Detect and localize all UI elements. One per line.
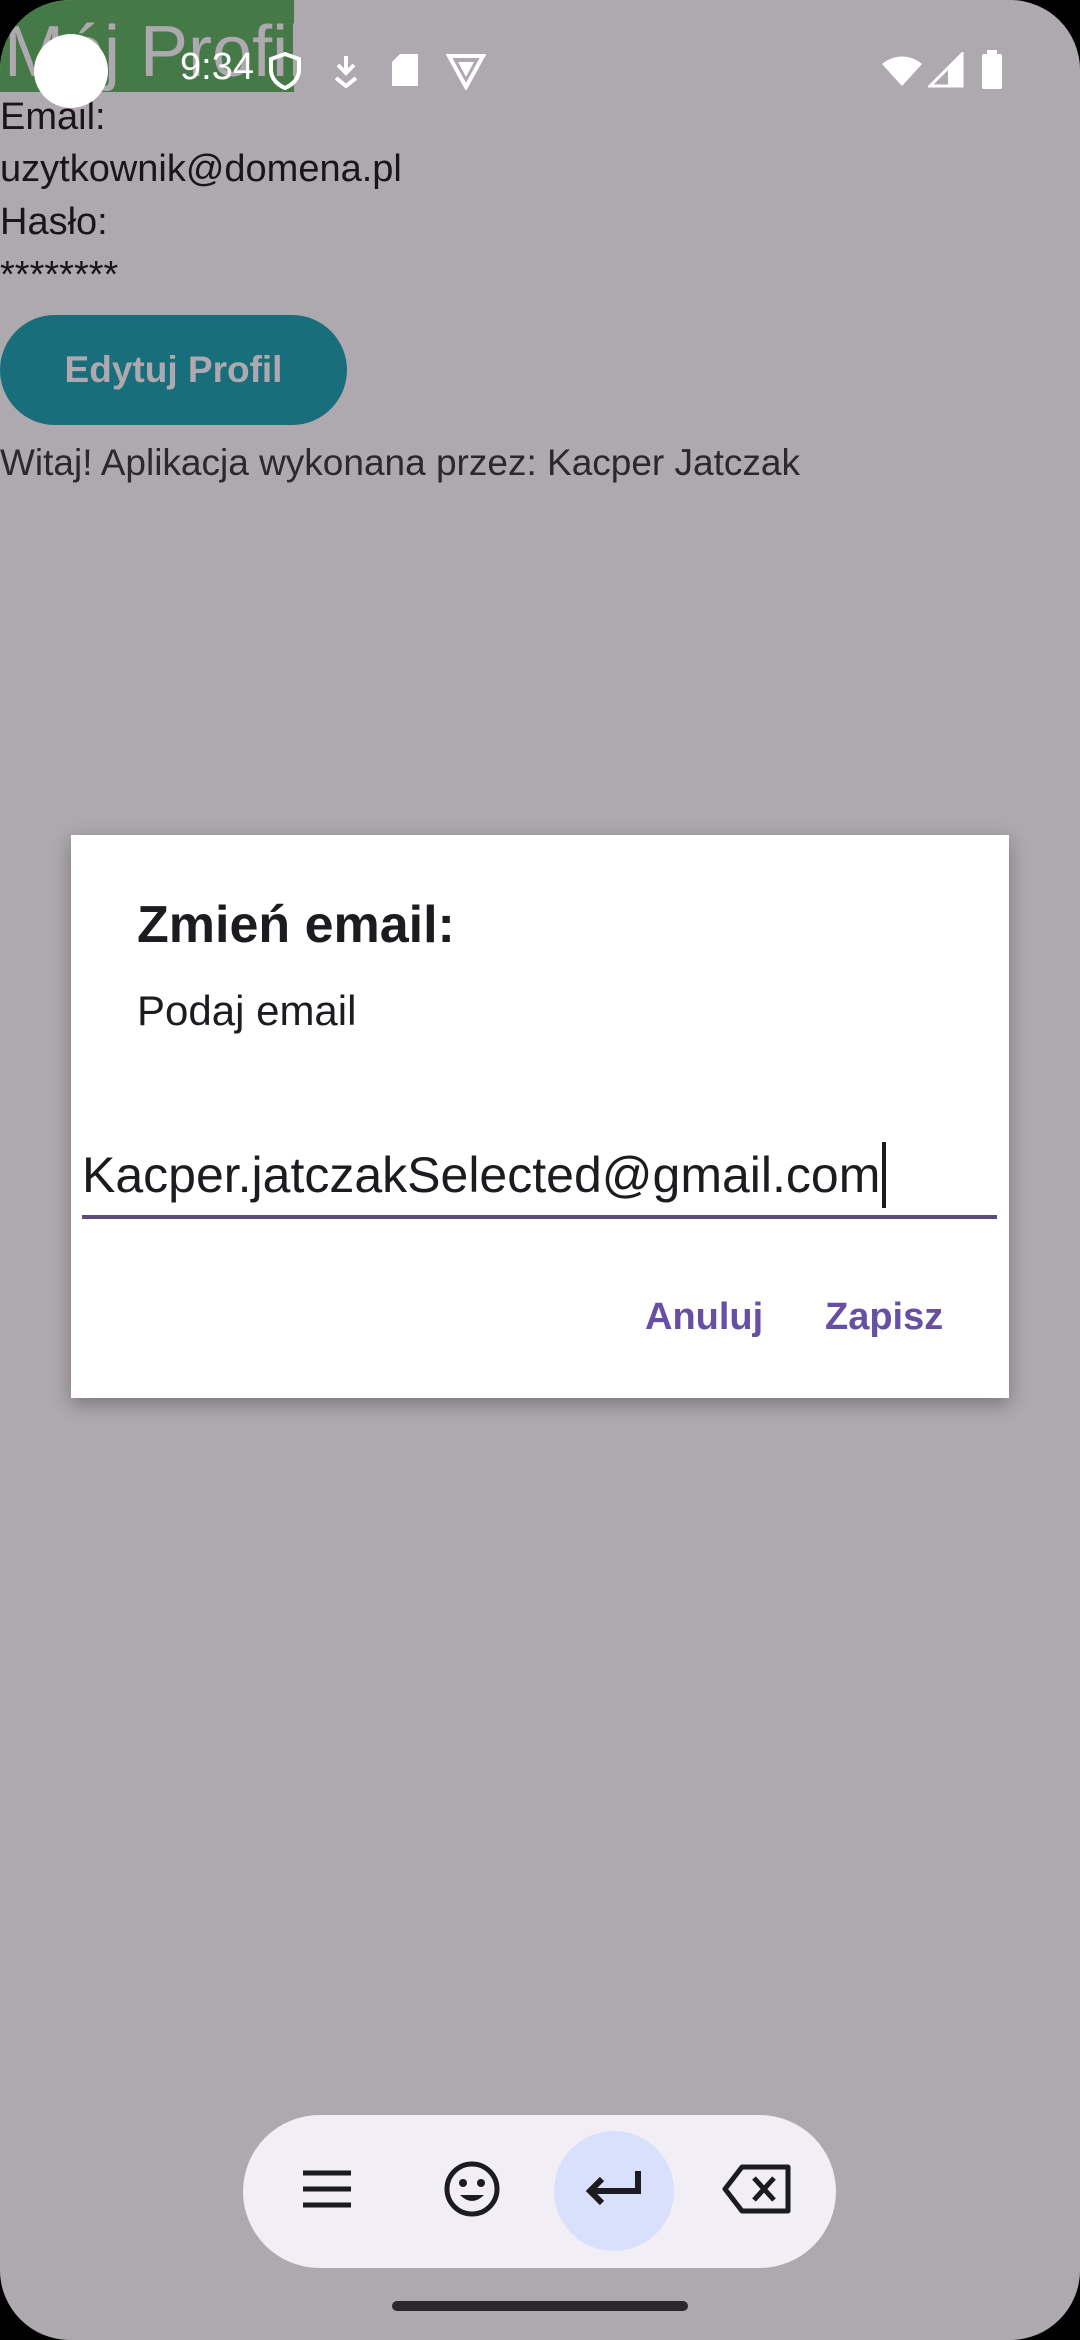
- backspace-key[interactable]: [697, 2131, 817, 2251]
- change-email-dialog: Zmień email: Podaj email Kacper.jatczakS…: [71, 835, 1009, 1398]
- text-cursor: [882, 1142, 887, 1208]
- emoji-key[interactable]: [412, 2131, 532, 2251]
- vpn-icon: [445, 52, 487, 95]
- sd-card-icon: [390, 52, 420, 93]
- dialog-message: Podaj email: [137, 987, 357, 1034]
- download-icon: [332, 54, 360, 93]
- email-input-text: Kacper.jatczakSelected@gmail.com: [82, 1147, 881, 1203]
- dialog-title: Zmień email:: [137, 896, 455, 954]
- camera-cutout: [34, 34, 108, 108]
- status-time: 9:34: [180, 46, 254, 88]
- emoji-icon: [444, 2161, 500, 2222]
- enter-icon: [584, 2169, 644, 2214]
- save-button[interactable]: Zapisz: [825, 1290, 943, 1344]
- home-indicator[interactable]: [392, 2301, 688, 2311]
- wifi-icon: [880, 54, 924, 93]
- battery-icon: [980, 50, 1004, 95]
- status-bar: 9:34: [0, 0, 1080, 140]
- email-input[interactable]: Kacper.jatczakSelected@gmail.com: [82, 1135, 997, 1219]
- keyboard-toolbar: [243, 2115, 836, 2268]
- backspace-icon: [722, 2164, 792, 2219]
- signal-icon: [926, 50, 964, 93]
- cancel-button[interactable]: Anuluj: [645, 1290, 763, 1344]
- enter-key[interactable]: [554, 2131, 674, 2251]
- menu-key[interactable]: [267, 2131, 387, 2251]
- phone-screen: Mój Profil Email: uzytkownik@domena.pl H…: [0, 0, 1080, 2340]
- menu-icon: [301, 2169, 353, 2214]
- shield-icon: [268, 51, 302, 95]
